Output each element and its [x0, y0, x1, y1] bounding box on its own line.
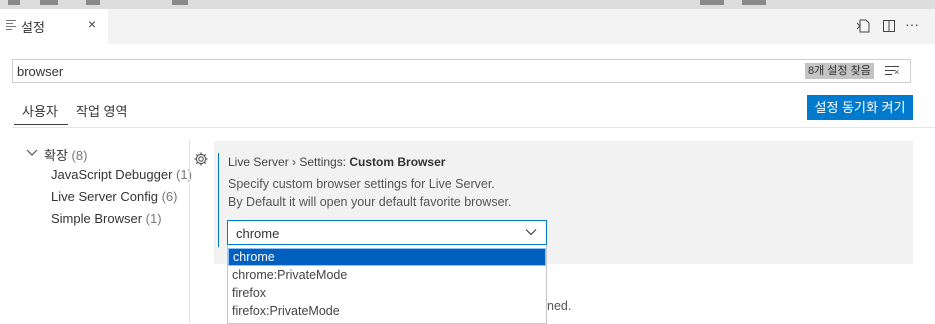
toc-item-javascript-debugger[interactable]: JavaScript Debugger (1) [51, 167, 192, 182]
cut-off-glyph [742, 0, 766, 5]
toc-item-label: JavaScript Debugger [51, 167, 173, 182]
tab-workspace-settings[interactable]: 작업 영역 [76, 101, 127, 120]
dropdown-option[interactable]: firefox [228, 284, 546, 302]
setting-title: Live Server › Settings: Custom Browser [228, 155, 445, 169]
header-divider [12, 127, 935, 128]
open-settings-json-icon[interactable] [855, 18, 871, 34]
toc-item-count: (6) [161, 189, 178, 204]
setting-description: Specify custom browser settings for Live… [228, 177, 495, 191]
tab-user-settings[interactable]: 사용자 [22, 101, 58, 120]
dropdown-option[interactable]: chrome [228, 248, 546, 266]
cut-off-glyph [40, 0, 58, 5]
cut-off-glyph [86, 0, 100, 5]
toc-item-label: Live Server Config [51, 189, 158, 204]
toc-group-label: 확장 [44, 148, 68, 163]
chevron-down-icon[interactable] [525, 228, 537, 236]
turn-on-settings-sync-button[interactable]: 설정 동기화 켜기 [807, 95, 913, 120]
close-icon[interactable]: × [88, 16, 96, 32]
cut-off-glyph [8, 0, 20, 5]
editor-tab-bar [0, 9, 935, 44]
split-editor-icon[interactable] [881, 18, 897, 34]
chevron-down-icon[interactable] [26, 148, 38, 158]
cut-off-glyph [700, 0, 724, 5]
gear-icon[interactable] [193, 151, 209, 167]
more-actions-icon[interactable]: ··· [905, 16, 919, 32]
modified-indicator [218, 153, 219, 247]
toc-item-label: Simple Browser [51, 211, 143, 226]
tab-label: 설정 [21, 20, 45, 35]
cut-off-glyph [172, 0, 188, 5]
dropdown-option[interactable]: firefox:PrivateMode [228, 302, 546, 320]
active-tab-indicator [14, 124, 68, 125]
search-input[interactable] [17, 62, 777, 80]
toc-item-simple-browser[interactable]: Simple Browser (1) [51, 211, 162, 226]
window-top-strip [0, 0, 935, 9]
search-result-count-badge: 8개 설정 찾음 [805, 63, 874, 79]
toc-divider [189, 140, 190, 324]
settings-search-box [12, 59, 911, 83]
obscured-description-text: ned. [547, 299, 572, 313]
toc-group-extensions[interactable]: 확장 (8) [44, 145, 87, 164]
select-value: chrome [236, 226, 280, 241]
setting-name: Custom Browser [349, 155, 446, 169]
dropdown-option[interactable]: chrome:PrivateMode [228, 266, 546, 284]
toc-item-live-server-config[interactable]: Live Server Config (6) [51, 189, 177, 204]
toc-group-count: (8) [71, 148, 88, 163]
clear-filter-icon[interactable]: × [885, 65, 901, 77]
toc-item-count: (1) [145, 211, 162, 226]
setting-description: By Default it will open your default fav… [228, 195, 512, 209]
setting-category: Live Server › Settings: [228, 155, 350, 169]
settings-file-icon [6, 20, 16, 30]
